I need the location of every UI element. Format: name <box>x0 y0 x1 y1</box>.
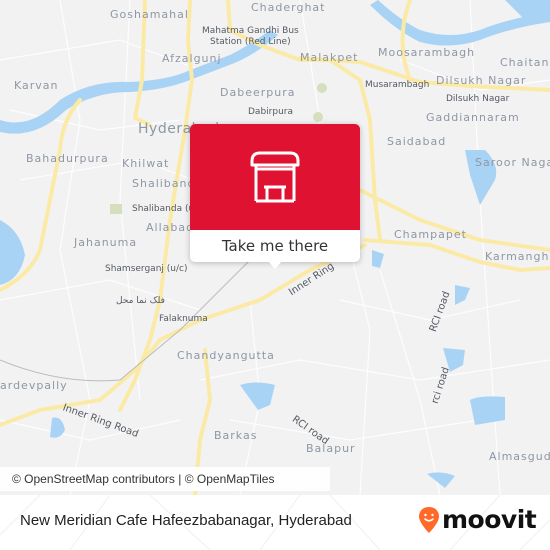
area-label: ardevpally <box>0 379 68 392</box>
poi-label: Falaknuma <box>159 314 208 324</box>
area-label: Bahadurpura <box>26 152 109 165</box>
poi-label: Station (Red Line) <box>210 37 291 47</box>
area-label: Chaderghat <box>251 1 326 14</box>
area-label: Chandyangutta <box>177 349 275 362</box>
moovit-wordmark: moovit <box>442 505 537 534</box>
lake-almasguda <box>470 396 505 425</box>
area-label: Afzalgunj <box>162 52 222 65</box>
area-label: Saroor Nagar <box>475 156 550 169</box>
area-label: Moosarambagh <box>378 46 476 59</box>
area-label: Khilwat <box>122 157 170 170</box>
moovit-logo[interactable]: moovit <box>418 505 537 534</box>
area-label: Balapur <box>306 442 356 455</box>
location-popup[interactable]: Take me there <box>190 124 360 269</box>
area-label: Almasguda <box>489 450 550 463</box>
popup-pointer <box>268 261 282 269</box>
pond-south-east <box>427 472 455 488</box>
reservoir-ne <box>505 0 550 22</box>
lake-barkas <box>240 382 275 410</box>
bus-stop-shelter-icon <box>250 151 300 203</box>
map-attribution[interactable]: © OpenStreetMap contributors | © OpenMap… <box>0 467 330 491</box>
pond-champapet <box>372 250 384 268</box>
area-label: Dilsukh Nagar <box>436 74 527 87</box>
area-label: Jahanuma <box>74 236 138 249</box>
area-label: Karmanghat <box>485 250 550 263</box>
poi-label: Dabirpura <box>248 107 293 117</box>
poi-label: Dilsukh Nagar <box>446 94 510 104</box>
area-label: Champapet <box>394 228 467 241</box>
area-label: Goshamahal <box>110 8 189 21</box>
area-label: Allabad <box>146 221 195 234</box>
moovit-pin-icon <box>419 506 439 533</box>
area-label: Chaitanya <box>500 56 550 69</box>
road-moosarambagh <box>400 0 412 82</box>
area-label: Gaddiannaram <box>426 111 520 124</box>
poi-label: Shamserganj (u/c) <box>105 264 188 274</box>
area-label: Saidabad <box>387 135 447 148</box>
popup-header <box>190 124 360 230</box>
map-view[interactable]: Goshamahal Chaderghat Karvan Afzalgunj M… <box>0 0 550 495</box>
area-label: Barkas <box>214 429 258 442</box>
poi-label: Musarambagh <box>365 80 430 90</box>
area-label: Dabeerpura <box>220 86 296 99</box>
poi-label: فلک نما محل <box>116 296 165 306</box>
poi-label: Mahatma Gandhi Bus <box>202 26 299 36</box>
pond-south-west <box>50 417 65 438</box>
area-label: Malakpet <box>300 51 359 64</box>
area-label: Karvan <box>14 79 59 92</box>
footer-bar: New Meridian Cafe Hafeezbabanagar, Hyder… <box>0 495 550 550</box>
take-me-there-button[interactable]: Take me there <box>190 230 360 262</box>
pond-rci <box>455 285 470 305</box>
location-title: New Meridian Cafe Hafeezbabanagar, Hyder… <box>20 512 352 529</box>
